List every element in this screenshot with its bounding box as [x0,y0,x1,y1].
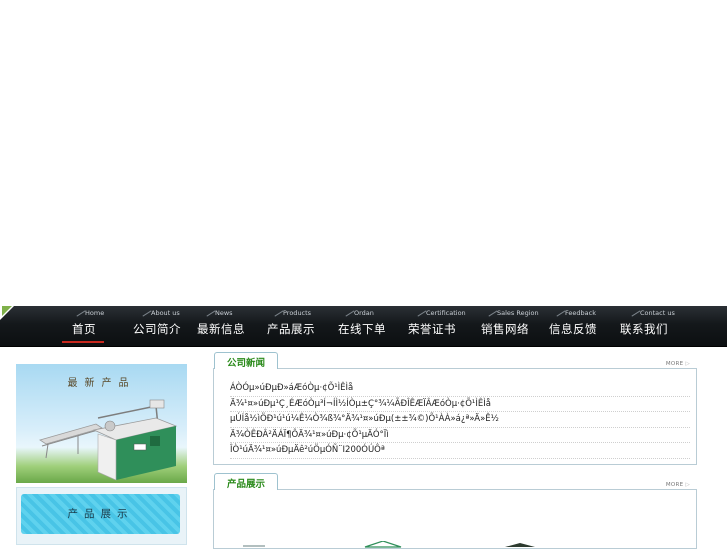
news-more-link[interactable]: MORE ▷ [666,361,690,367]
news-more-label: MORE [665,361,684,367]
nav-item-en-label: Products [283,309,312,317]
nav-item-en-label: Home [85,309,105,317]
company-news-panel: 公司新闻 MORE ▷ ÁÒÓµ»úÐµÐ»áÆóÒµ·¢Õ¹ÌÊÌå Ä¾¹¤… [213,352,697,465]
nav-item-en-label: About us [151,309,180,317]
nav-item-cn-label: 荣誉证书 [408,322,456,336]
nav-item-cn-label: 公司简介 [133,322,181,336]
arrow-right-icon: ▷ [685,482,690,488]
panel-saw-machine-image [39,399,178,481]
nav-item-cn-label: 在线下单 [338,322,386,336]
product-showcase-button[interactable]: 产品展示 [21,494,180,534]
arrow-right-icon: ▷ [685,361,690,367]
nav-item-cn-label: 联系我们 [620,322,668,336]
nav-item-en-label: Feedback [565,309,596,317]
nav-item-cn-label: 销售网络 [481,322,529,336]
nav-item-cn-label: 最新信息 [197,322,245,336]
nav-item-en-label: News [215,309,233,317]
news-item[interactable]: Ä¾ÒÊÐÂ²ÄÁÏ¶ÔÄ¾¹¤»úÐµ·¢Õ¹µÄÓ°Ïì [230,428,690,444]
products-panel: 产品展示 MORE ▷ [213,473,697,549]
nav-item-en-label: Ordan [354,309,374,317]
latest-product-banner[interactable]: 最新产品 [16,364,187,483]
nav-item-cn-label: 产品展示 [267,322,315,336]
product-thumbnails-strip [243,541,535,548]
company-news-tab: 公司新闻 [214,352,278,369]
latest-product-title: 最新产品 [67,378,136,389]
nav-item-en-label: Sales Region [497,309,539,317]
news-item[interactable]: µÚÍå½ìÖÐ¹ú¹ú¼Ê¼Ò¾ß¾°Ä¾¹¤»úÐµ(±±¾©)Õ¹ÀÀ»á… [230,412,690,428]
nav-item-cn-label: 首页 [72,322,96,336]
nav-corner-accent [2,306,12,316]
main-nav: Home 首页 About us 公司简介 News 最新信息 Products… [0,306,727,347]
news-list: ÁÒÓµ»úÐµÐ»áÆóÒµ·¢Õ¹ÌÊÌå Ä¾¹¤»úÐµ¹Ç¸ÉÆóÒµ… [230,381,690,459]
nav-item-cn-label: 信息反馈 [549,322,597,336]
active-nav-indicator [62,341,104,343]
products-title: 产品展示 [227,479,266,490]
products-more-label: MORE [665,482,684,488]
news-item[interactable]: ÁÒÓµ»úÐµÐ»áÆóÒµ·¢Õ¹ÌÊÌå [230,381,690,397]
news-item[interactable]: Ä¾¹¤»úÐµ¹Ç¸ÉÆóÒµ³Í¬ÍÌ½ÍÒµ±Ç°¾¼ÃÐÎÊÆÏÂÆóÒ… [230,397,690,413]
products-more-link[interactable]: MORE ▷ [666,482,690,488]
nav-item-en-label: Certification [426,309,466,317]
nav-item-en-label: Contact us [640,309,675,317]
news-item[interactable]: ÎÒ¹úÄ¾¹¤»úÐµÄê²úÖµÓÑ¨I200ÓÚÔª [230,443,690,459]
product-showcase-box: 产品展示 [16,487,187,545]
product-showcase-label: 产品展示 [67,508,134,520]
company-news-title: 公司新闻 [227,358,266,369]
products-tab: 产品展示 [214,473,278,490]
